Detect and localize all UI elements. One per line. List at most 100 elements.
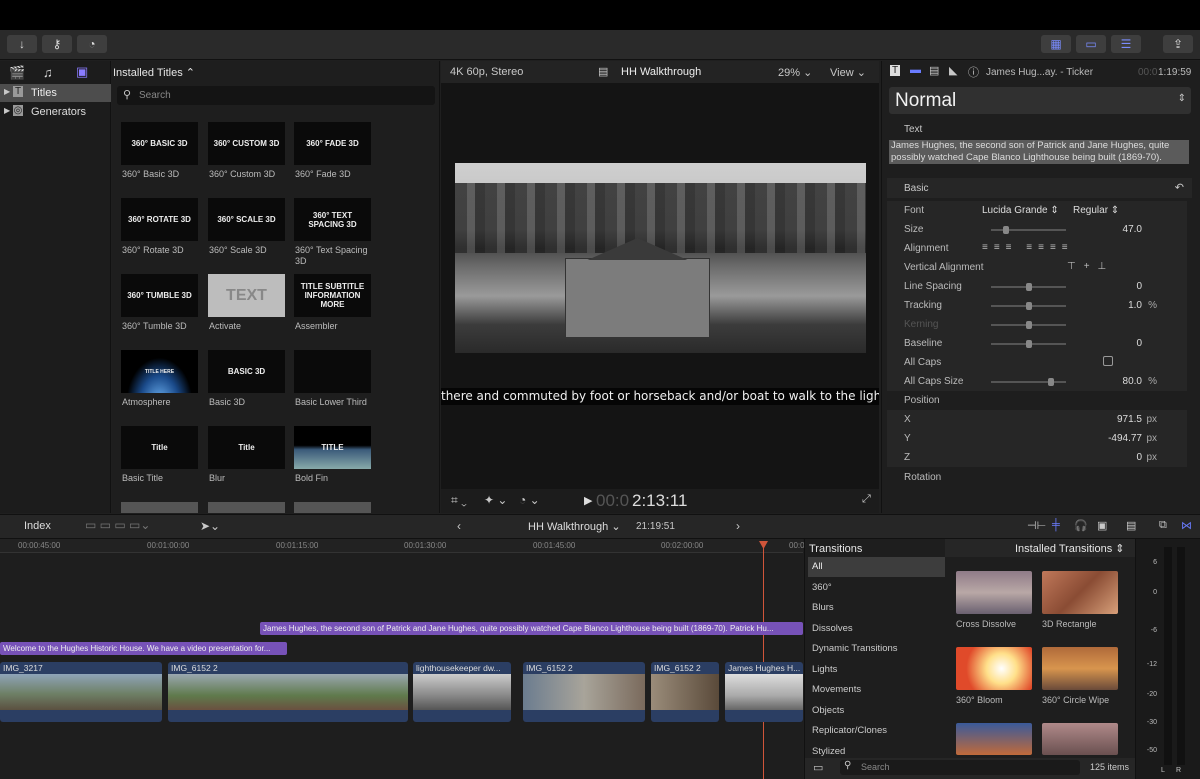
filter-icon[interactable]: ◣ <box>949 64 957 77</box>
slider[interactable] <box>991 283 1066 291</box>
title-thumbnail[interactable]: 360° TUMBLE 3D <box>121 274 198 317</box>
title-thumbnail[interactable]: 360° ROTATE 3D <box>121 198 198 241</box>
title-thumbnail[interactable]: 360° SCALE 3D <box>208 198 285 241</box>
slider-knob[interactable] <box>1025 302 1032 310</box>
title-thumbnail[interactable]: TEXT <box>208 274 285 317</box>
row-value[interactable]: 47.0 <box>1123 224 1142 235</box>
transition-category[interactable]: Replicator/Clones <box>808 721 945 741</box>
fullscreen-icon[interactable]: ⤢ <box>862 493 871 506</box>
video-clip[interactable]: IMG_6152 2 <box>651 662 719 722</box>
video-clip[interactable]: IMG_6152 2 <box>168 662 408 722</box>
title-thumbnail[interactable]: TITLE HERE <box>121 350 198 393</box>
slider-knob[interactable] <box>1025 321 1032 329</box>
share-button[interactable]: ⇪ <box>1163 35 1193 53</box>
transition-category[interactable]: Movements <box>808 680 945 700</box>
slider[interactable] <box>991 378 1066 386</box>
title-thumbnail[interactable]: TITLE SUBTITLE INFORMATION MORE <box>294 274 371 317</box>
photos-icon[interactable]: 🎬 <box>9 65 25 81</box>
title-thumbnail[interactable] <box>294 502 371 513</box>
installed-titles-menu[interactable]: Installed Titles ⌃ <box>113 66 195 79</box>
forward-icon[interactable]: › <box>736 519 740 533</box>
vertical-alignment-buttons[interactable]: ⊤+⊥ <box>1067 261 1114 272</box>
z-value[interactable]: 0 <box>1136 452 1142 463</box>
enhance-icon[interactable]: ✦ ⌄ <box>484 493 507 507</box>
audio-skimming-icon[interactable]: 🎧 <box>1074 519 1088 532</box>
title-thumbnail[interactable]: TITLE <box>294 426 371 469</box>
view-menu[interactable]: View ⌄ <box>830 66 866 79</box>
solo-icon[interactable]: ▣ <box>1097 519 1107 532</box>
all-caps-checkbox[interactable] <box>1103 356 1113 366</box>
title-thumbnail[interactable] <box>294 350 371 393</box>
installed-transitions-menu[interactable]: Installed Transitions ⇕ <box>945 539 1135 557</box>
slider[interactable] <box>991 302 1066 310</box>
playhead[interactable] <box>763 541 764 779</box>
import-button[interactable]: ↓ <box>7 35 37 53</box>
title-thumbnail[interactable]: 360° CUSTOM 3D <box>208 122 285 165</box>
transition-category[interactable]: Lights <box>808 660 945 680</box>
row-value[interactable]: 1.0 <box>1128 300 1142 311</box>
zoom-menu[interactable]: 29% ⌄ <box>778 66 812 79</box>
title-thumbnail[interactable]: 360° TEXT SPACING 3D <box>294 198 371 241</box>
title-thumbnail[interactable]: BASIC 3D <box>208 350 285 393</box>
disclosure-icon[interactable]: ▶ <box>4 87 10 96</box>
transition-thumb[interactable] <box>1042 647 1118 690</box>
skimming-icon[interactable]: ⊣⊢ <box>1027 519 1046 532</box>
position-header[interactable]: Position <box>887 391 1187 410</box>
timeline[interactable] <box>0 539 803 779</box>
transition-category[interactable]: 360° <box>808 578 945 598</box>
sidebar-item-titles[interactable]: ▶ T Titles <box>0 84 111 102</box>
title-thumbnail[interactable]: 360° FADE 3D <box>294 122 371 165</box>
video-clip[interactable]: lighthousekeeper dw... <box>413 662 511 722</box>
slider-knob[interactable] <box>1048 378 1054 386</box>
retime-icon[interactable]: ◔ ⌄ <box>519 493 540 507</box>
disclosure-icon[interactable]: ▶ <box>4 106 10 115</box>
effects-browser-icon[interactable]: ⧉ <box>1159 519 1167 532</box>
search-field[interactable]: ⚲ Search <box>117 86 435 105</box>
text-inspector-icon[interactable]: T <box>890 65 901 76</box>
background-tasks-button[interactable]: ◔ <box>77 35 107 53</box>
video-clip[interactable]: James Hughes H... <box>725 662 803 722</box>
index-button[interactable]: Index <box>24 520 51 532</box>
row-value[interactable]: 80.0 <box>1123 376 1142 387</box>
transition-thumb[interactable] <box>1042 571 1118 614</box>
timeline-layout-button[interactable]: ▭ <box>1076 35 1106 53</box>
transition-thumb[interactable] <box>956 723 1032 755</box>
timeline-project-menu[interactable]: HH Walkthrough ⌄ <box>528 520 621 533</box>
video-inspector-icon[interactable]: ▤ <box>929 64 939 77</box>
text-field[interactable]: James Hughes, the second son of Patrick … <box>889 140 1189 164</box>
transition-thumb[interactable] <box>956 571 1032 614</box>
title-clip[interactable]: Welcome to the Hughes Historic House. We… <box>0 642 287 655</box>
select-tool-icon[interactable]: ➤⌄ <box>200 519 220 533</box>
reset-icon[interactable]: ↶ <box>1175 181 1184 194</box>
slider[interactable] <box>991 226 1066 234</box>
basic-section-header[interactable]: Basic ↶ <box>887 178 1192 198</box>
info-icon[interactable]: ⓘ <box>968 64 979 80</box>
title-clip[interactable]: James Hughes, the second son of Patrick … <box>260 622 803 635</box>
rotation-header[interactable]: Rotation <box>887 468 1187 487</box>
slider-knob[interactable] <box>1003 226 1009 234</box>
transition-category[interactable]: Objects <box>808 701 945 721</box>
title-inspector-icon[interactable]: ▬ <box>910 64 921 76</box>
transform-icon[interactable]: ⌗ ⌄ <box>451 493 467 508</box>
slider-knob[interactable] <box>1025 283 1032 291</box>
slider[interactable] <box>991 321 1066 329</box>
title-thumbnail[interactable]: Title <box>121 426 198 469</box>
slider[interactable] <box>991 340 1066 348</box>
transition-thumb[interactable] <box>1042 723 1118 755</box>
snapping-icon[interactable]: ╪ <box>1052 519 1060 531</box>
preset-menu[interactable]: Normal ⇕ <box>889 87 1191 114</box>
transitions-search-field[interactable]: ⚲ Search <box>840 760 1080 775</box>
title-thumbnail[interactable] <box>121 502 198 513</box>
titles-generators-icon[interactable]: ▣ <box>76 64 88 80</box>
x-value[interactable]: 971.5 <box>1117 414 1142 425</box>
inspector-layout-button[interactable]: ☰ <box>1111 35 1141 53</box>
clip-appearance-icon[interactable]: ▤ <box>1126 519 1136 532</box>
transition-category[interactable]: Dynamic Transitions <box>808 639 945 659</box>
transitions-browser-icon[interactable]: ⋈ <box>1181 519 1192 532</box>
keywords-button[interactable]: ⚷ <box>42 35 72 53</box>
sidebar-item-generators[interactable]: ▶ ◎ Generators <box>0 103 111 121</box>
transition-thumb[interactable] <box>956 647 1032 690</box>
font-style-menu[interactable]: Regular ⇕ <box>1073 205 1119 216</box>
back-icon[interactable]: ‹ <box>457 519 461 533</box>
browser-layout-button[interactable]: ▦ <box>1041 35 1071 53</box>
